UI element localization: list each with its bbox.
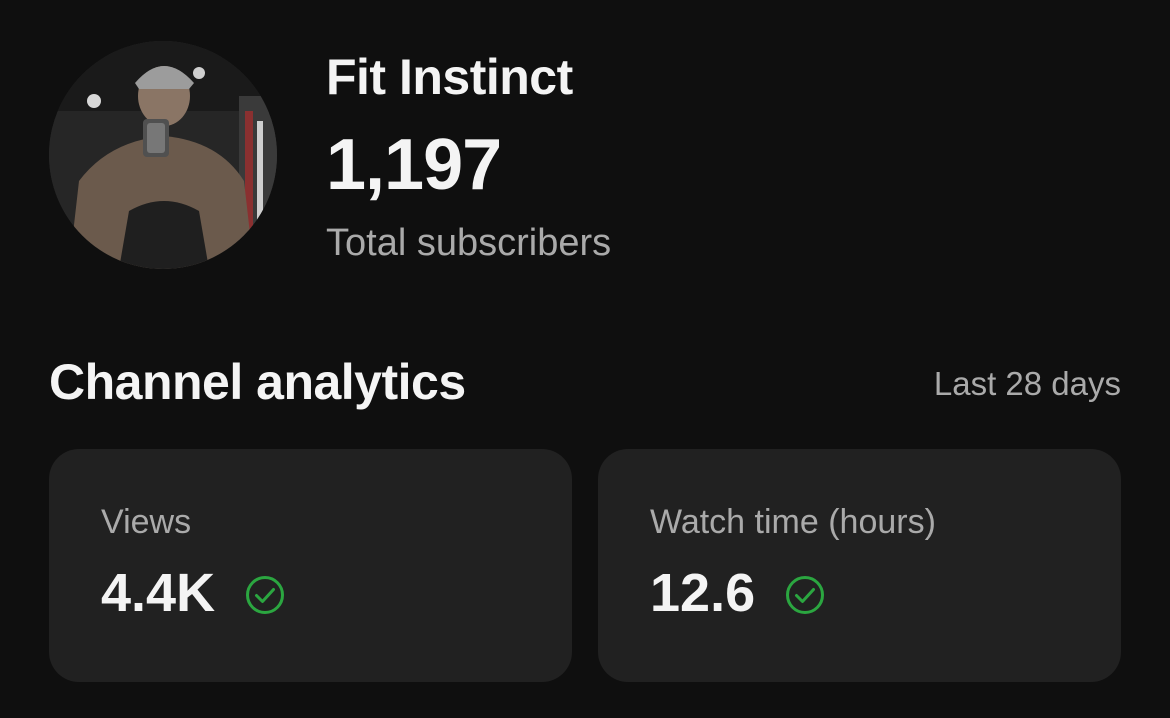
subscriber-label: Total subscribers [326, 222, 612, 264]
avatar-photo [49, 41, 277, 269]
subscriber-count: 1,197 [326, 125, 502, 205]
watch-time-value-row: 12.6 [650, 561, 825, 625]
watch-time-label: Watch time (hours) [650, 503, 936, 541]
views-value: 4.4K [101, 563, 216, 623]
check-circle-icon [245, 575, 285, 615]
channel-name: Fit Instinct [326, 49, 573, 105]
period-label: Last 28 days [933, 365, 1121, 402]
check-circle-icon [785, 575, 825, 615]
channel-avatar[interactable] [49, 41, 277, 269]
watch-time-value: 12.6 [650, 563, 756, 623]
views-label: Views [101, 503, 192, 541]
views-value-row: 4.4K [101, 561, 285, 625]
views-card[interactable]: Views 4.4K [49, 449, 572, 682]
analytics-title: Channel analytics [49, 354, 466, 410]
watch-time-card[interactable]: Watch time (hours) 12.6 [598, 449, 1121, 682]
